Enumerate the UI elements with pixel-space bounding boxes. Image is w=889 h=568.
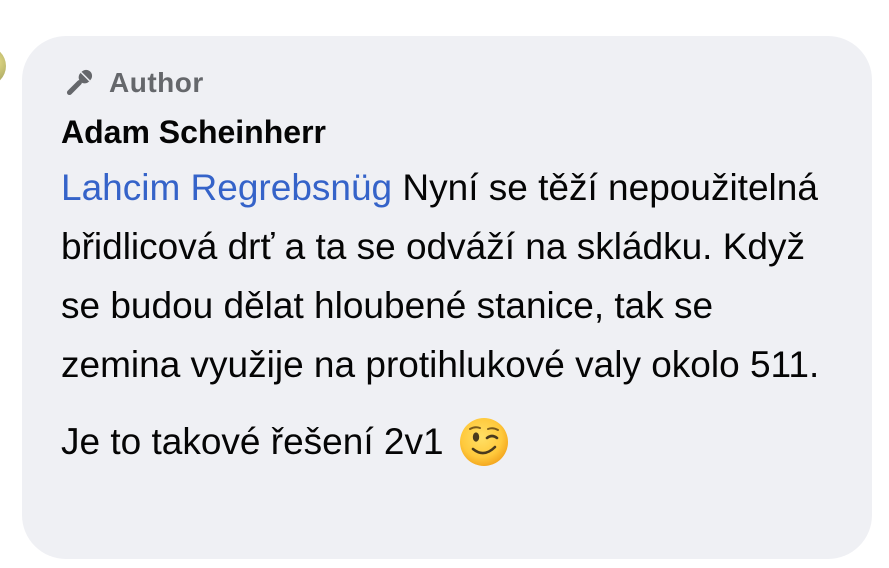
- comment-author-name[interactable]: Adam Scheinherr: [61, 112, 836, 152]
- author-badge-label: Author: [109, 67, 204, 98]
- comment-body: Lahcim Regrebsnüg Nyní se těží nepoužite…: [61, 158, 836, 394]
- comment-body-text-2: Je to takové řešení 2v1: [61, 421, 444, 462]
- winking-face-emoji-icon: [458, 416, 510, 468]
- mention-link[interactable]: Lahcim Regrebsnüg: [61, 167, 392, 208]
- comment-bubble: Author Adam Scheinherr Lahcim Regrebsnüg…: [22, 36, 872, 559]
- avatar[interactable]: [0, 46, 6, 86]
- microphone-icon: [61, 66, 99, 100]
- comment-body-second-paragraph: Je to takové řešení 2v1: [61, 412, 836, 471]
- author-badge: Author: [61, 66, 836, 100]
